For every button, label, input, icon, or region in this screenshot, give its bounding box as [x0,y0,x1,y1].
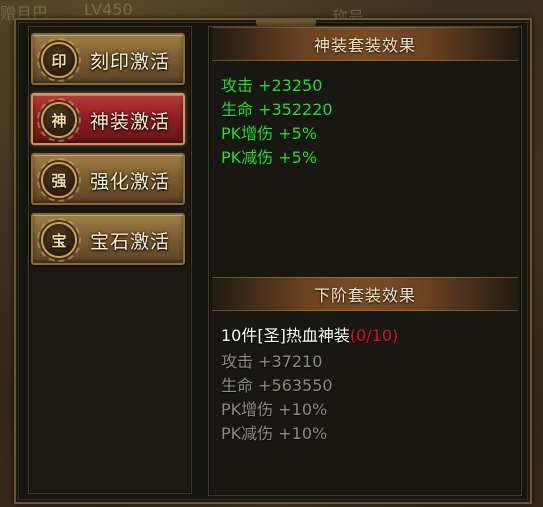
tab-label: 刻印激活 [90,51,171,73]
next-stat-hp: 生命 +563550 [221,376,333,395]
current-stat-pk-damage-reduction: PK减伤 +5% [221,148,318,167]
enhance-emblem-icon: 强 [37,158,81,202]
tab-enhance-activation[interactable]: 强 强化激活 [31,153,185,205]
seal-emblem-icon: 印 [37,38,81,82]
tab-divine-gear-activation[interactable]: 神 神装激活 [31,93,185,145]
background-level: LV450 [84,0,133,19]
divine-emblem-icon: 神 [37,98,81,142]
next-set-header: 下阶套装效果 [212,277,518,311]
tab-label: 强化激活 [90,171,171,193]
gem-emblem-icon: 宝 [37,218,81,262]
tab-gem-activation[interactable]: 宝 宝石激活 [31,213,185,265]
next-set-header-label: 下阶套装效果 [313,286,416,305]
tab-engrave-activation[interactable]: 印 刻印激活 [31,33,185,85]
next-set-title: 10件[圣]热血神装(0/10) [221,322,398,346]
next-set-name: 10件[圣]热血神装 [221,326,350,345]
next-set-progress: (0/10) [349,326,399,345]
current-set-header-label: 神装套装效果 [313,36,416,55]
tab-label: 宝石激活 [90,231,171,253]
tab-label: 神装激活 [90,111,171,133]
next-stat-attack: 攻击 +37210 [221,352,323,371]
current-stat-pk-damage-bonus: PK增伤 +5% [221,124,318,143]
next-stat-pk-damage-reduction: PK减伤 +10% [221,424,328,443]
current-stat-attack: 攻击 +23250 [221,76,323,95]
current-set-header: 神装套装效果 [212,27,518,61]
next-stat-pk-damage-bonus: PK增伤 +10% [221,400,328,419]
current-stat-hp: 生命 +352220 [221,100,333,119]
